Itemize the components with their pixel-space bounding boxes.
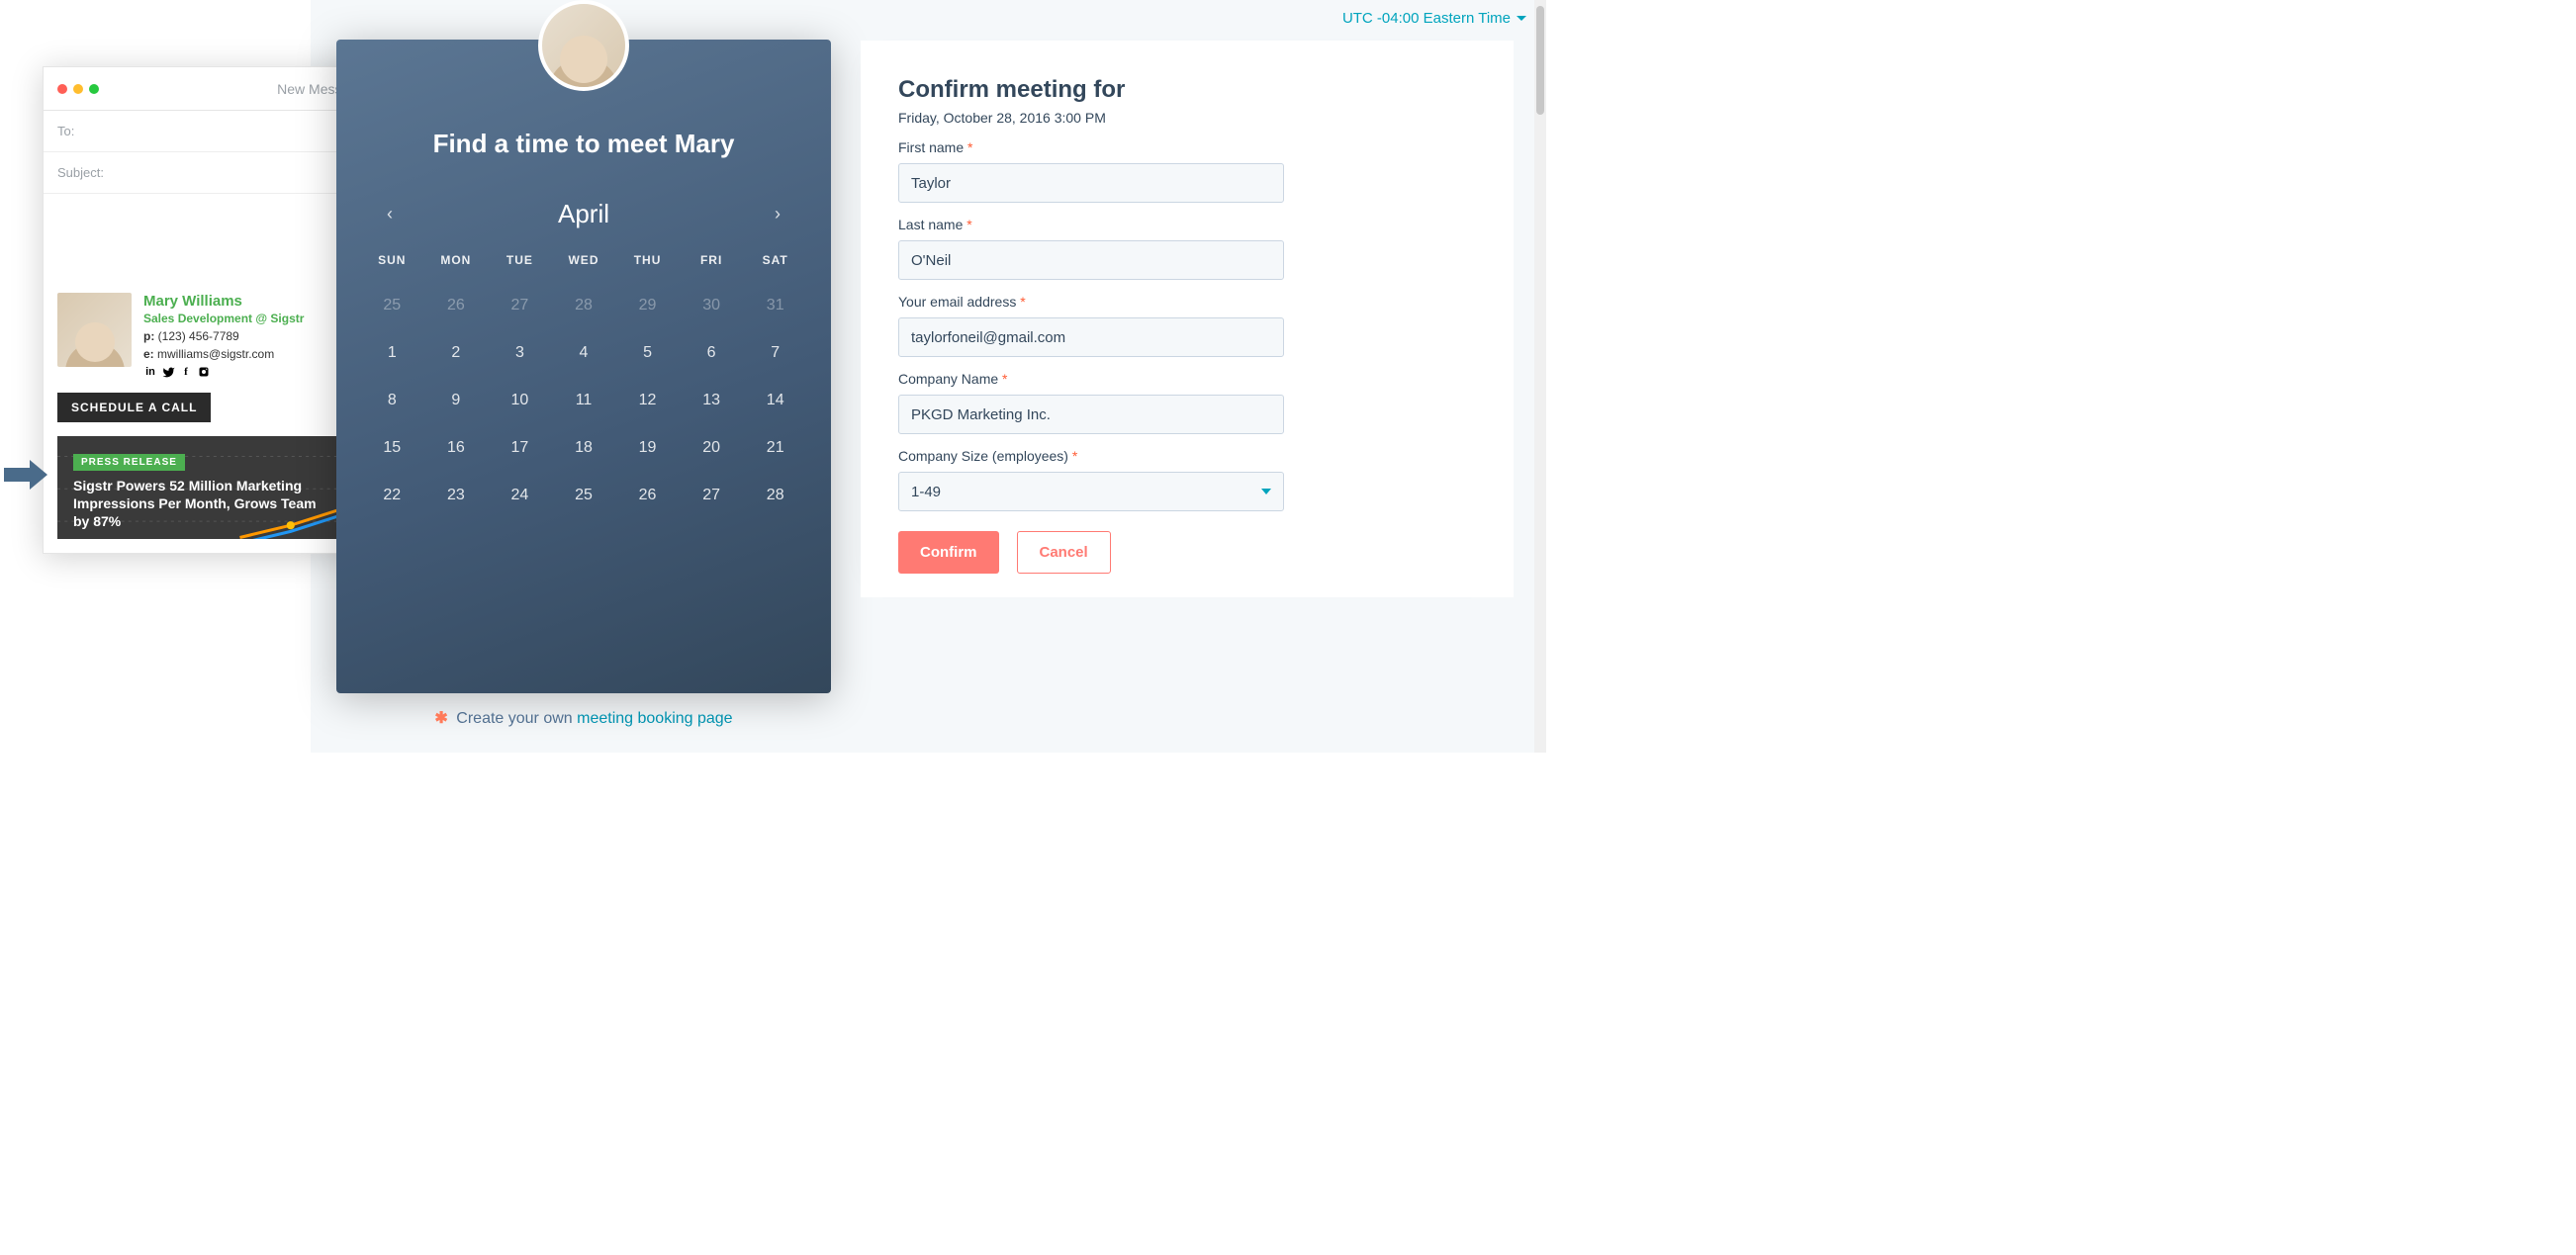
- calendar-day[interactable]: 29: [615, 297, 680, 314]
- pointer-arrow-icon: [4, 460, 47, 490]
- hubspot-sprocket-icon: ✱: [434, 710, 447, 727]
- next-month-button[interactable]: ›: [766, 204, 789, 224]
- signature-social-icons: in f: [143, 365, 304, 379]
- email-label: Your email address *: [898, 294, 1476, 310]
- first-name-label: First name *: [898, 139, 1476, 155]
- form-datetime: Friday, October 28, 2016 3:00 PM: [898, 110, 1476, 126]
- caret-down-icon: [1517, 16, 1526, 21]
- calendar-day[interactable]: 1: [360, 344, 424, 362]
- calendar-day[interactable]: 7: [743, 344, 807, 362]
- email-to-label: To:: [57, 124, 74, 138]
- calendar-day[interactable]: 16: [424, 439, 489, 457]
- schedule-call-button[interactable]: SCHEDULE A CALL: [57, 393, 211, 422]
- calendar-day[interactable]: 27: [488, 297, 552, 314]
- calendar-day[interactable]: 2: [424, 344, 489, 362]
- calendar-day[interactable]: 14: [743, 392, 807, 409]
- calendar-day[interactable]: 28: [743, 487, 807, 504]
- calendar-month-label: April: [558, 199, 609, 229]
- calendar-day[interactable]: 8: [360, 392, 424, 409]
- calendar-day[interactable]: 25: [552, 487, 616, 504]
- linkedin-icon[interactable]: in: [143, 365, 157, 379]
- press-release-tag: PRESS RELEASE: [73, 454, 185, 471]
- press-release-headline: Sigstr Powers 52 Million Marketing Impre…: [73, 477, 330, 531]
- calendar-day[interactable]: 28: [552, 297, 616, 314]
- calendar-month-row: ‹ April ›: [360, 199, 807, 229]
- calendar-day[interactable]: 19: [615, 439, 680, 457]
- calendar-dow: MON: [424, 253, 489, 267]
- calendar-dow: THU: [615, 253, 680, 267]
- calendar-dow: SUN: [360, 253, 424, 267]
- calendar-day[interactable]: 26: [424, 297, 489, 314]
- signature-phone: p: (123) 456-7789: [143, 329, 304, 343]
- calendar-footer: ✱ Create your own meeting booking page: [336, 708, 831, 728]
- calendar-day[interactable]: 15: [360, 439, 424, 457]
- meeting-booking-link[interactable]: meeting booking page: [577, 710, 732, 727]
- calendar-day[interactable]: 9: [424, 392, 489, 409]
- email-label: e:: [143, 347, 154, 361]
- calendar-day[interactable]: 31: [743, 297, 807, 314]
- calendar-title: Find a time to meet Mary: [360, 129, 807, 159]
- company-size-label: Company Size (employees) *: [898, 448, 1476, 464]
- form-button-row: Confirm Cancel: [898, 531, 1476, 574]
- phone-label: p:: [143, 329, 154, 343]
- calendar-day[interactable]: 6: [680, 344, 744, 362]
- calendar-card: Find a time to meet Mary ‹ April › SUNMO…: [336, 40, 831, 693]
- signature-title: Sales Development @ Sigstr: [143, 312, 304, 325]
- confirm-button[interactable]: Confirm: [898, 531, 999, 574]
- timezone-label: UTC -04:00 Eastern Time: [1342, 10, 1511, 27]
- form-heading: Confirm meeting for: [898, 76, 1476, 104]
- footer-text-prefix: Create your own: [456, 710, 577, 727]
- confirm-meeting-form: Confirm meeting for Friday, October 28, …: [861, 41, 1514, 597]
- email-subject-label: Subject:: [57, 165, 104, 180]
- calendar-dow: WED: [552, 253, 616, 267]
- calendar-day[interactable]: 3: [488, 344, 552, 362]
- company-label: Company Name *: [898, 371, 1476, 387]
- calendar-day[interactable]: 30: [680, 297, 744, 314]
- calendar-avatar: [538, 0, 629, 91]
- company-size-value: 1-49: [911, 484, 941, 500]
- calendar-dow: FRI: [680, 253, 744, 267]
- calendar-day[interactable]: 18: [552, 439, 616, 457]
- calendar-day[interactable]: 13: [680, 392, 744, 409]
- phone-value: (123) 456-7789: [158, 329, 239, 343]
- calendar-day[interactable]: 10: [488, 392, 552, 409]
- scrollbar-thumb[interactable]: [1536, 6, 1544, 115]
- instagram-icon[interactable]: [197, 365, 211, 379]
- signature-avatar: [57, 293, 132, 367]
- calendar-grid: SUNMONTUEWEDTHUFRISAT2526272829303112345…: [360, 253, 807, 504]
- twitter-icon[interactable]: [161, 365, 175, 379]
- cancel-button[interactable]: Cancel: [1017, 531, 1111, 574]
- calendar-day[interactable]: 17: [488, 439, 552, 457]
- calendar-day[interactable]: 25: [360, 297, 424, 314]
- first-name-input[interactable]: [898, 163, 1284, 203]
- timezone-selector[interactable]: UTC -04:00 Eastern Time: [1342, 10, 1526, 27]
- last-name-label: Last name *: [898, 217, 1476, 232]
- calendar-day[interactable]: 26: [615, 487, 680, 504]
- calendar-dow: SAT: [743, 253, 807, 267]
- facebook-icon[interactable]: f: [179, 365, 193, 379]
- signature-name: Mary Williams: [143, 293, 304, 310]
- calendar-dow: TUE: [488, 253, 552, 267]
- vertical-scrollbar[interactable]: [1534, 0, 1546, 753]
- calendar-day[interactable]: 21: [743, 439, 807, 457]
- company-input[interactable]: [898, 395, 1284, 434]
- prev-month-button[interactable]: ‹: [378, 204, 402, 224]
- last-name-input[interactable]: [898, 240, 1284, 280]
- calendar-day[interactable]: 22: [360, 487, 424, 504]
- calendar-day[interactable]: 5: [615, 344, 680, 362]
- calendar-day[interactable]: 27: [680, 487, 744, 504]
- select-caret-icon: [1261, 489, 1271, 494]
- email-value: mwilliams@sigstr.com: [157, 347, 274, 361]
- signature-email: e: mwilliams@sigstr.com: [143, 347, 304, 361]
- company-size-select[interactable]: 1-49: [898, 472, 1284, 511]
- email-input[interactable]: [898, 317, 1284, 357]
- calendar-day[interactable]: 23: [424, 487, 489, 504]
- calendar-day[interactable]: 24: [488, 487, 552, 504]
- signature-text-block: Mary Williams Sales Development @ Sigstr…: [143, 293, 304, 379]
- calendar-day[interactable]: 20: [680, 439, 744, 457]
- calendar-day[interactable]: 11: [552, 392, 616, 409]
- calendar-day[interactable]: 4: [552, 344, 616, 362]
- calendar-day[interactable]: 12: [615, 392, 680, 409]
